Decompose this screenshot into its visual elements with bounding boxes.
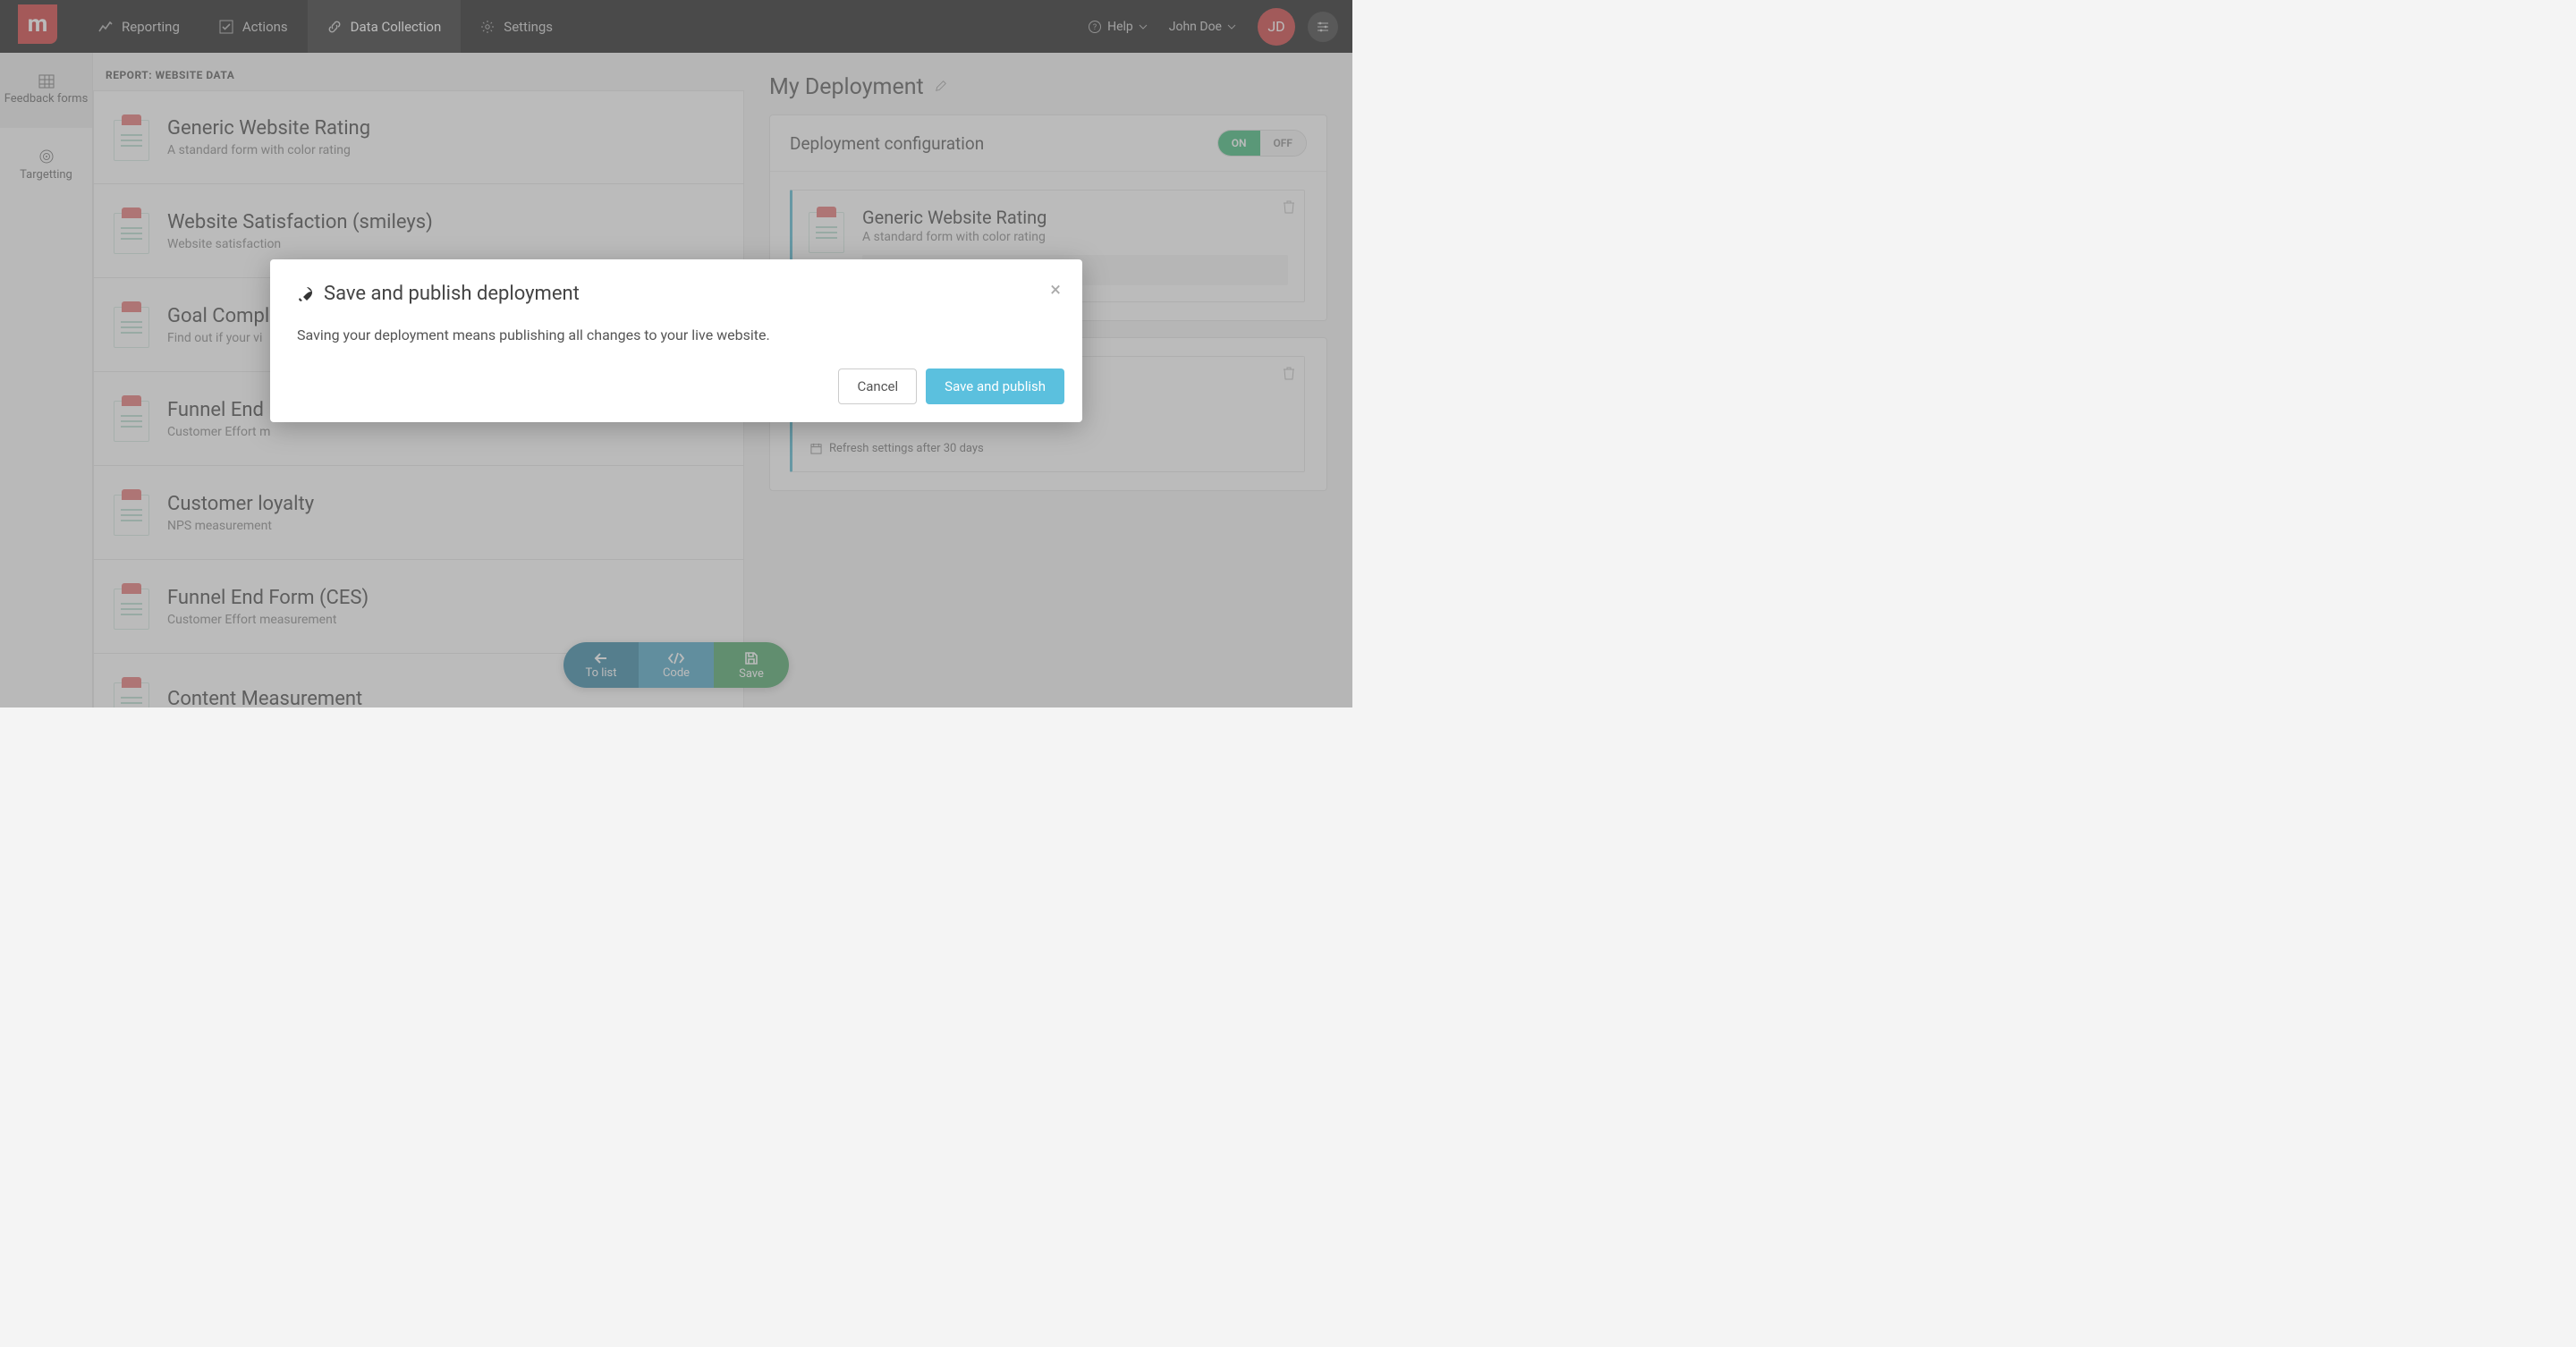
rocket-icon	[297, 285, 315, 303]
modal-overlay[interactable]: × Save and publish deployment Saving you…	[0, 0, 1352, 707]
save-publish-modal: × Save and publish deployment Saving you…	[270, 259, 1082, 422]
modal-close-button[interactable]: ×	[1050, 279, 1061, 301]
modal-body: Saving your deployment means publishing …	[270, 318, 1082, 369]
cancel-button[interactable]: Cancel	[838, 369, 917, 404]
modal-title: Save and publish deployment	[324, 283, 580, 305]
save-publish-button[interactable]: Save and publish	[926, 369, 1064, 404]
